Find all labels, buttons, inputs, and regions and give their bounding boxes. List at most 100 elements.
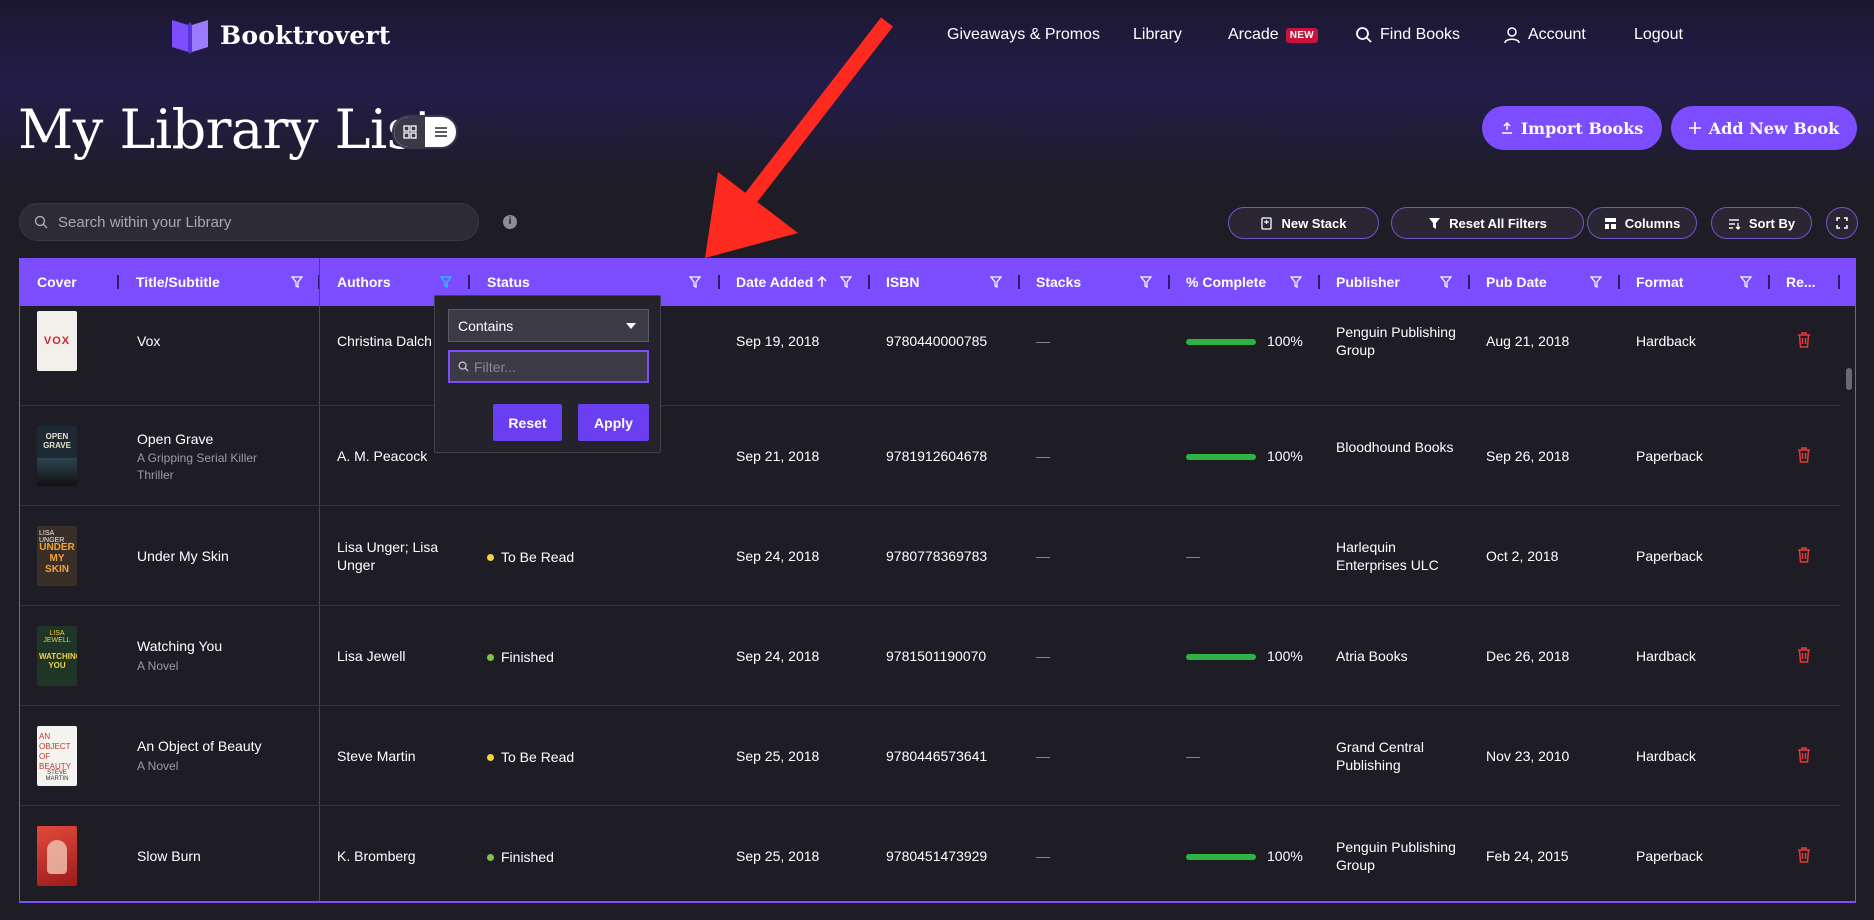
filter-icon-active[interactable] xyxy=(440,276,452,288)
table-row[interactable]: AN OBJECT OF BEAUTY STEVE MARTIN An Obje… xyxy=(20,706,1840,806)
percent-complete: 100% xyxy=(1267,648,1303,664)
trash-icon[interactable] xyxy=(1797,847,1811,863)
nav-find-books[interactable]: Find Books xyxy=(1355,26,1460,44)
filter-icon[interactable] xyxy=(840,276,852,288)
pub-date: Aug 21, 2018 xyxy=(1486,333,1570,349)
filter-icon[interactable] xyxy=(1290,276,1302,288)
columns-button[interactable]: Columns xyxy=(1587,207,1697,239)
table-scrollbar[interactable] xyxy=(1846,368,1852,390)
filter-icon[interactable] xyxy=(1140,276,1152,288)
column-header-label: Format xyxy=(1636,274,1684,290)
column-header-label: Title/Subtitle xyxy=(136,274,220,290)
table-row[interactable]: OPEN GRAVE Open Grave A Gripping Serial … xyxy=(20,406,1840,506)
nav-arcade[interactable]: Arcade NEW xyxy=(1228,26,1318,44)
info-icon[interactable]: i xyxy=(503,215,517,229)
table-row[interactable]: LISA JEWELL WATCHING YOU Watching You A … xyxy=(20,606,1840,706)
column-header-stacks[interactable]: Stacks xyxy=(1020,258,1170,306)
percent-complete: 100% xyxy=(1267,333,1303,349)
columns-label: Columns xyxy=(1624,215,1681,231)
column-header-cover[interactable]: Cover xyxy=(20,258,119,306)
column-header-title[interactable]: Title/Subtitle xyxy=(119,258,320,306)
trash-icon[interactable] xyxy=(1797,547,1811,563)
reading-status: To Be Read xyxy=(487,549,574,565)
expand-icon xyxy=(1836,217,1848,229)
percent-complete: — xyxy=(1186,548,1200,564)
status-dot xyxy=(487,553,494,561)
book-cover[interactable]: LISA JEWELL WATCHING YOU xyxy=(37,626,77,686)
column-header-format[interactable]: Format xyxy=(1620,258,1770,306)
table-header: Cover Title/Subtitle Authors Status Date… xyxy=(20,258,1855,306)
isbn: 9780446573641 xyxy=(886,748,988,764)
nav-find-books-label: Find Books xyxy=(1380,26,1461,43)
publisher: Penguin Publishing Group xyxy=(1336,839,1456,873)
format: Paperback xyxy=(1636,548,1703,564)
filter-icon[interactable] xyxy=(990,276,1002,288)
stacks: — xyxy=(1036,448,1050,464)
date-added: Sep 24, 2018 xyxy=(736,648,820,664)
page-title: My Library List xyxy=(18,98,436,161)
nav-logout[interactable]: Logout xyxy=(1634,26,1683,44)
table-row[interactable]: LISA UNGER UNDER MY SKIN Under My Skin L… xyxy=(20,506,1840,606)
column-header-label: Stacks xyxy=(1036,274,1082,290)
filter-reset-button[interactable]: Reset xyxy=(493,404,562,441)
column-header-label: % Complete xyxy=(1186,274,1267,290)
grid-view-button[interactable] xyxy=(394,117,425,147)
book-title[interactable]: Watching You xyxy=(137,638,222,654)
filter-icon[interactable] xyxy=(1590,276,1602,288)
column-header-label: Re... xyxy=(1786,274,1816,290)
filter-text-input[interactable] xyxy=(474,358,644,375)
nav-account[interactable]: Account xyxy=(1503,26,1586,44)
format: Hardback xyxy=(1636,648,1696,664)
add-new-book-button[interactable]: Add New Book xyxy=(1671,106,1857,150)
publisher: Grand Central Publishing xyxy=(1336,739,1424,773)
filter-icon[interactable] xyxy=(689,276,701,288)
chevron-down-icon xyxy=(626,323,636,329)
book-cover[interactable] xyxy=(37,826,77,886)
book-title[interactable]: Under My Skin xyxy=(137,548,229,564)
filter-icon[interactable] xyxy=(1440,276,1452,288)
trash-icon[interactable] xyxy=(1797,647,1811,663)
column-header-publisher[interactable]: Publisher xyxy=(1320,258,1470,306)
column-header-remove[interactable]: Re... xyxy=(1770,258,1840,306)
trash-icon[interactable] xyxy=(1797,747,1811,763)
library-search-input[interactable] xyxy=(58,213,438,231)
column-header-complete[interactable]: % Complete xyxy=(1170,258,1320,306)
book-cover[interactable]: OPEN GRAVE xyxy=(37,426,77,486)
date-added: Sep 21, 2018 xyxy=(736,448,820,464)
status-label: Finished xyxy=(501,849,554,865)
book-authors: Steve Martin xyxy=(337,748,416,764)
book-cover[interactable]: LISA UNGER UNDER MY SKIN xyxy=(37,526,77,586)
table-row[interactable]: Slow Burn K. Bromberg Finished Sep 25, 2… xyxy=(20,806,1840,902)
filter-operator-select[interactable]: Contains xyxy=(448,309,649,342)
fullscreen-button[interactable] xyxy=(1826,207,1858,239)
filter-icon[interactable] xyxy=(291,276,303,288)
library-search xyxy=(19,203,479,241)
book-title[interactable]: Vox xyxy=(137,333,160,349)
sort-by-button[interactable]: Sort By xyxy=(1711,207,1812,239)
import-books-button[interactable]: Import Books xyxy=(1482,106,1662,150)
book-title[interactable]: Open Grave xyxy=(137,431,213,447)
pub-date: Dec 26, 2018 xyxy=(1486,648,1570,664)
column-header-label: Cover xyxy=(37,274,77,290)
book-cover[interactable]: VOX xyxy=(37,311,77,371)
publisher: Harlequin Enterprises ULC xyxy=(1336,539,1439,573)
format: Paperback xyxy=(1636,848,1703,864)
column-header-pub-date[interactable]: Pub Date xyxy=(1470,258,1620,306)
filter-icon[interactable] xyxy=(1740,276,1752,288)
reset-all-filters-button[interactable]: Reset All Filters xyxy=(1391,207,1584,239)
new-stack-button[interactable]: New Stack xyxy=(1228,207,1379,239)
book-title[interactable]: An Object of Beauty xyxy=(137,738,262,754)
book-cover[interactable]: AN OBJECT OF BEAUTY STEVE MARTIN xyxy=(37,726,77,786)
reading-status: Finished xyxy=(487,849,554,865)
grid-icon xyxy=(402,125,417,139)
book-title[interactable]: Slow Burn xyxy=(137,848,201,864)
nav-giveaways[interactable]: Giveaways & Promos xyxy=(947,26,1100,44)
trash-icon[interactable] xyxy=(1797,447,1811,463)
filter-apply-button[interactable]: Apply xyxy=(578,404,649,441)
nav-library[interactable]: Library xyxy=(1133,26,1182,44)
list-view-button[interactable] xyxy=(425,117,456,147)
trash-icon[interactable] xyxy=(1797,332,1811,348)
table-row[interactable]: VOX Vox Christina Dalch Sep 19, 2018 978… xyxy=(20,306,1840,406)
filter-operator-value: Contains xyxy=(458,317,514,334)
stacks: — xyxy=(1036,648,1050,664)
